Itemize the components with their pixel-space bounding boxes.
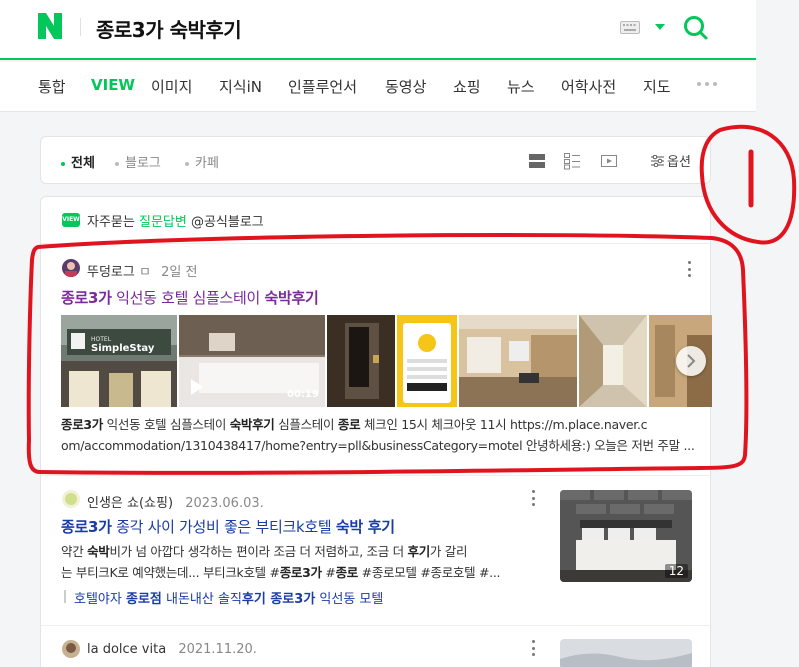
result-1-description[interactable]: 종로3가 익선동 호텔 심플스테이 숙박후기 심플스테이 종로 체크인 15시 … — [61, 414, 701, 456]
keyboard-dropdown-chevron-icon[interactable] — [655, 24, 665, 30]
video-view-icon[interactable] — [600, 152, 618, 170]
author-badge: ㅁ — [138, 265, 151, 280]
header-divider — [80, 18, 81, 36]
view-badge-icon: VIEW — [62, 213, 80, 227]
result-2-meta: 인생은 쇼(쇼핑) 2023.06.03. — [87, 492, 264, 511]
filter-blog[interactable]: 블로그 — [115, 152, 161, 171]
naver-logo-icon[interactable] — [38, 13, 62, 39]
search-category-tabs: 통합 VIEW 이미지 지식iN 인플루언서 동영상 쇼핑 뉴스 어학사전 지도 — [0, 62, 756, 112]
view-filter-bar: 전체 블로그 카페 옵션 — [40, 136, 711, 184]
result-divider — [41, 625, 712, 626]
result-3-meta: la dolce vita 2021.11.20. — [87, 642, 257, 657]
author-name[interactable]: la dolce vita — [87, 642, 166, 657]
more-tabs-icon[interactable] — [697, 82, 717, 86]
author-name[interactable]: 뚜덩로그 — [87, 265, 135, 280]
related-post-link[interactable]: 호텔야자 종로점 내돈내산 솔직후기 종로3가 익선동 모텔 — [63, 588, 383, 607]
more-options-icon[interactable] — [532, 640, 536, 656]
post-date: 2023.06.03. — [185, 496, 264, 511]
sky-image — [560, 639, 692, 667]
tab-integrated[interactable]: 통합 — [38, 76, 66, 97]
tab-video[interactable]: 동영상 — [385, 76, 426, 97]
tab-dictionary[interactable]: 어학사전 — [561, 76, 616, 97]
tab-map[interactable]: 지도 — [643, 76, 671, 97]
elevator-image[interactable] — [327, 315, 395, 407]
hotel-sign-image[interactable]: HOTEL SimpleStay — [61, 315, 177, 407]
tab-images[interactable]: 이미지 — [151, 76, 192, 97]
author-avatar[interactable] — [62, 259, 80, 277]
view-results-card: VIEW 자주묻는 질문답변 @공식블로그 뚜덩로그 ㅁ 2일 전 종로3가 익… — [40, 196, 712, 667]
result-2-description[interactable]: 약간 숙박비가 넘 아깝다 생각하는 편이라 조금 더 저렴하고, 조금 더 후… — [61, 541, 541, 583]
image-count-badge: 12 — [664, 564, 688, 578]
author-avatar[interactable] — [62, 640, 80, 658]
filter-all[interactable]: 전체 — [61, 152, 95, 171]
tab-knowledge-in[interactable]: 지식iN — [219, 76, 262, 97]
result-1-title-link[interactable]: 종로3가 익선동 호텔 심플스테이 숙박후기 — [61, 287, 319, 308]
hallway-image[interactable] — [579, 315, 647, 407]
video-duration: 00:19 — [287, 389, 319, 400]
search-header: 종로3가 숙박후기 — [0, 0, 756, 60]
lobby-image[interactable] — [459, 315, 577, 407]
image-strip-next-button[interactable] — [676, 346, 706, 376]
tab-news[interactable]: 뉴스 — [507, 76, 535, 97]
post-date: 2일 전 — [161, 265, 198, 280]
more-options-icon[interactable] — [688, 261, 692, 277]
faq-header[interactable]: 자주묻는 질문답변 @공식블로그 — [87, 211, 264, 230]
tab-view[interactable]: VIEW — [91, 76, 135, 94]
result-divider — [41, 475, 712, 476]
author-name[interactable]: 인생은 쇼(쇼핑) — [87, 496, 173, 511]
options-sliders-icon — [651, 154, 664, 168]
detail-view-icon[interactable] — [563, 152, 581, 170]
keyboard-icon[interactable] — [620, 21, 640, 34]
tab-influencer[interactable]: 인플루언서 — [288, 76, 357, 97]
svg-text:HOTEL: HOTEL — [91, 336, 112, 343]
result-2-thumbnail[interactable]: 12 — [560, 490, 692, 582]
filter-cafe[interactable]: 카페 — [185, 152, 219, 171]
list-view-icon[interactable] — [528, 152, 546, 170]
result-1-image-strip: HOTEL SimpleStay 00:19 — [61, 315, 712, 407]
post-date: 2021.11.20. — [178, 642, 257, 657]
author-avatar[interactable] — [62, 490, 80, 508]
search-query-input[interactable]: 종로3가 숙박후기 — [96, 14, 242, 43]
result-divider — [41, 243, 712, 244]
app-screenshot-image[interactable] — [397, 315, 457, 407]
result-3-thumbnail[interactable] — [560, 639, 692, 667]
search-icon[interactable] — [683, 15, 709, 41]
result-2-title-link[interactable]: 종로3가 종각 사이 가성비 좋은 부티크k호텔 숙박 후기 — [61, 516, 395, 537]
result-1-meta: 뚜덩로그 ㅁ 2일 전 — [87, 261, 197, 280]
tab-shopping[interactable]: 쇼핑 — [453, 76, 481, 97]
more-options-icon[interactable] — [532, 490, 536, 506]
options-button[interactable]: 옵션 — [651, 151, 691, 170]
room-video-thumbnail[interactable]: 00:19 — [179, 315, 325, 407]
svg-text:SimpleStay: SimpleStay — [91, 343, 155, 354]
